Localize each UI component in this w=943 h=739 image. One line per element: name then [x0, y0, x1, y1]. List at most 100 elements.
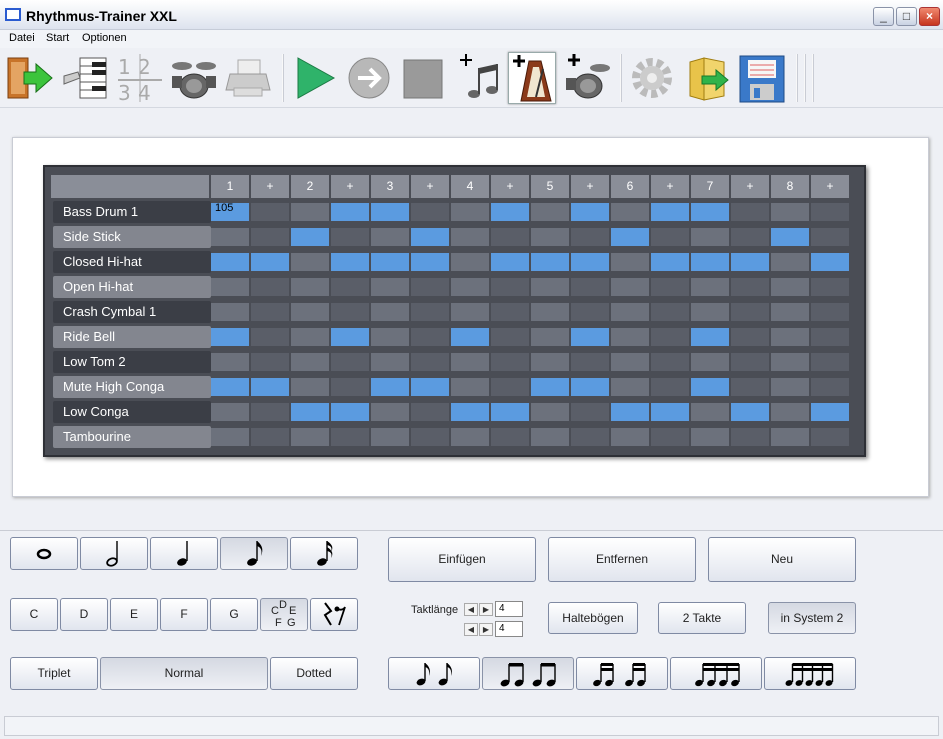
beat-cell[interactable] — [211, 228, 249, 246]
exit-icon[interactable] — [6, 52, 54, 104]
beat-cell[interactable] — [251, 428, 289, 446]
menu-start[interactable]: Start — [46, 32, 69, 44]
beat-cell[interactable] — [691, 403, 729, 421]
ties-button[interactable]: Haltebögen — [548, 602, 638, 634]
beat-cell[interactable] — [491, 303, 529, 321]
beat-cell[interactable] — [611, 428, 649, 446]
beat-cell[interactable] — [571, 253, 609, 271]
beat-cell[interactable] — [371, 228, 409, 246]
beat-cell[interactable] — [331, 303, 369, 321]
beat-cell[interactable] — [571, 353, 609, 371]
beat-cell[interactable] — [691, 253, 729, 271]
beat-cell[interactable] — [731, 328, 769, 346]
beat-cell[interactable] — [291, 303, 329, 321]
beat-cell[interactable] — [731, 228, 769, 246]
instrument-label[interactable]: Open Hi-hat — [53, 276, 211, 298]
pitch-g-button[interactable]: G — [210, 598, 258, 631]
beat-cell[interactable] — [211, 278, 249, 296]
beat-cell[interactable] — [531, 253, 569, 271]
beat-cell[interactable] — [811, 403, 849, 421]
time-signature-icon[interactable]: 1234 — [116, 52, 164, 105]
save-icon[interactable] — [738, 52, 786, 104]
beat-cell[interactable] — [211, 403, 249, 421]
maximize-button[interactable]: □ — [896, 7, 917, 26]
drum-kit-icon[interactable] — [170, 52, 218, 104]
next-icon[interactable] — [344, 52, 392, 104]
beat-cell[interactable] — [291, 228, 329, 246]
notes-icon[interactable] — [456, 52, 504, 104]
normal-button[interactable]: Normal — [100, 657, 268, 690]
close-button[interactable]: × — [919, 7, 940, 26]
beat-cell[interactable] — [651, 353, 689, 371]
beat-cell[interactable] — [491, 403, 529, 421]
play-icon[interactable] — [290, 52, 338, 104]
denominator-down-button[interactable]: ◀ — [464, 623, 478, 636]
beat-cell[interactable] — [771, 328, 809, 346]
beat-cell[interactable] — [531, 228, 569, 246]
note-whole-button[interactable] — [10, 537, 78, 570]
beat-cell[interactable] — [331, 203, 369, 221]
beat-cell[interactable] — [611, 353, 649, 371]
instrument-label[interactable]: Low Conga — [53, 401, 211, 423]
beat-cell[interactable] — [451, 403, 489, 421]
note-half-button[interactable] — [80, 537, 148, 570]
beat-cell[interactable] — [811, 353, 849, 371]
printer-icon[interactable] — [224, 52, 272, 104]
instrument-label[interactable]: Closed Hi-hat — [53, 251, 211, 273]
beat-cell[interactable] — [651, 403, 689, 421]
beat-cell[interactable] — [611, 378, 649, 396]
beat-cell[interactable] — [531, 403, 569, 421]
beat-cell[interactable] — [771, 428, 809, 446]
instrument-label[interactable]: Mute High Conga — [53, 376, 211, 398]
beat-cell[interactable] — [611, 278, 649, 296]
beat-cell[interactable] — [211, 303, 249, 321]
beat-cell[interactable] — [691, 353, 729, 371]
beat-cell[interactable] — [731, 278, 769, 296]
beat-cell[interactable] — [411, 353, 449, 371]
beat-cell[interactable] — [251, 378, 289, 396]
minimize-button[interactable]: _ — [873, 7, 894, 26]
beat-cell[interactable] — [491, 428, 529, 446]
beat-cell[interactable] — [651, 253, 689, 271]
beat-cell[interactable] — [211, 378, 249, 396]
beat-cell[interactable] — [651, 378, 689, 396]
remove-button[interactable]: Entfernen — [548, 537, 696, 582]
instrument-label[interactable]: Ride Bell — [53, 326, 211, 348]
beat-cell[interactable] — [531, 428, 569, 446]
beat-cell[interactable] — [291, 428, 329, 446]
beat-cell[interactable] — [331, 378, 369, 396]
two-measures-button[interactable]: 2 Takte — [658, 602, 746, 634]
beat-cell[interactable] — [811, 303, 849, 321]
beat-cell[interactable] — [771, 203, 809, 221]
beat-cell[interactable] — [811, 203, 849, 221]
beat-cell[interactable] — [771, 353, 809, 371]
beat-cell[interactable] — [211, 328, 249, 346]
add-drum-icon[interactable] — [564, 52, 612, 104]
beat-cell[interactable] — [771, 253, 809, 271]
note-sixteenth-button[interactable] — [290, 537, 358, 570]
beat-cell[interactable] — [251, 228, 289, 246]
beat-cell[interactable] — [611, 403, 649, 421]
beat-cell[interactable] — [411, 378, 449, 396]
keyboard-icon[interactable] — [62, 52, 110, 104]
beat-cell[interactable] — [371, 278, 409, 296]
beat-cell[interactable] — [571, 228, 609, 246]
beat-cell[interactable] — [491, 203, 529, 221]
numerator-field[interactable]: 4 — [495, 601, 523, 617]
beat-cell[interactable] — [291, 378, 329, 396]
beat-cell[interactable] — [651, 303, 689, 321]
beat-cell[interactable] — [451, 353, 489, 371]
stop-icon[interactable] — [398, 52, 446, 104]
menu-datei[interactable]: Datei — [9, 32, 35, 44]
beat-cell[interactable] — [411, 228, 449, 246]
beat-cell[interactable] — [811, 278, 849, 296]
beat-cell[interactable] — [411, 253, 449, 271]
beat-cell[interactable] — [491, 253, 529, 271]
beat-cell[interactable] — [451, 328, 489, 346]
metronome-icon[interactable] — [508, 52, 556, 104]
beat-cell[interactable] — [491, 328, 529, 346]
beat-cell[interactable] — [411, 203, 449, 221]
pitch-e-button[interactable]: E — [110, 598, 158, 631]
beat-cell[interactable] — [251, 403, 289, 421]
beat-cell[interactable] — [451, 278, 489, 296]
